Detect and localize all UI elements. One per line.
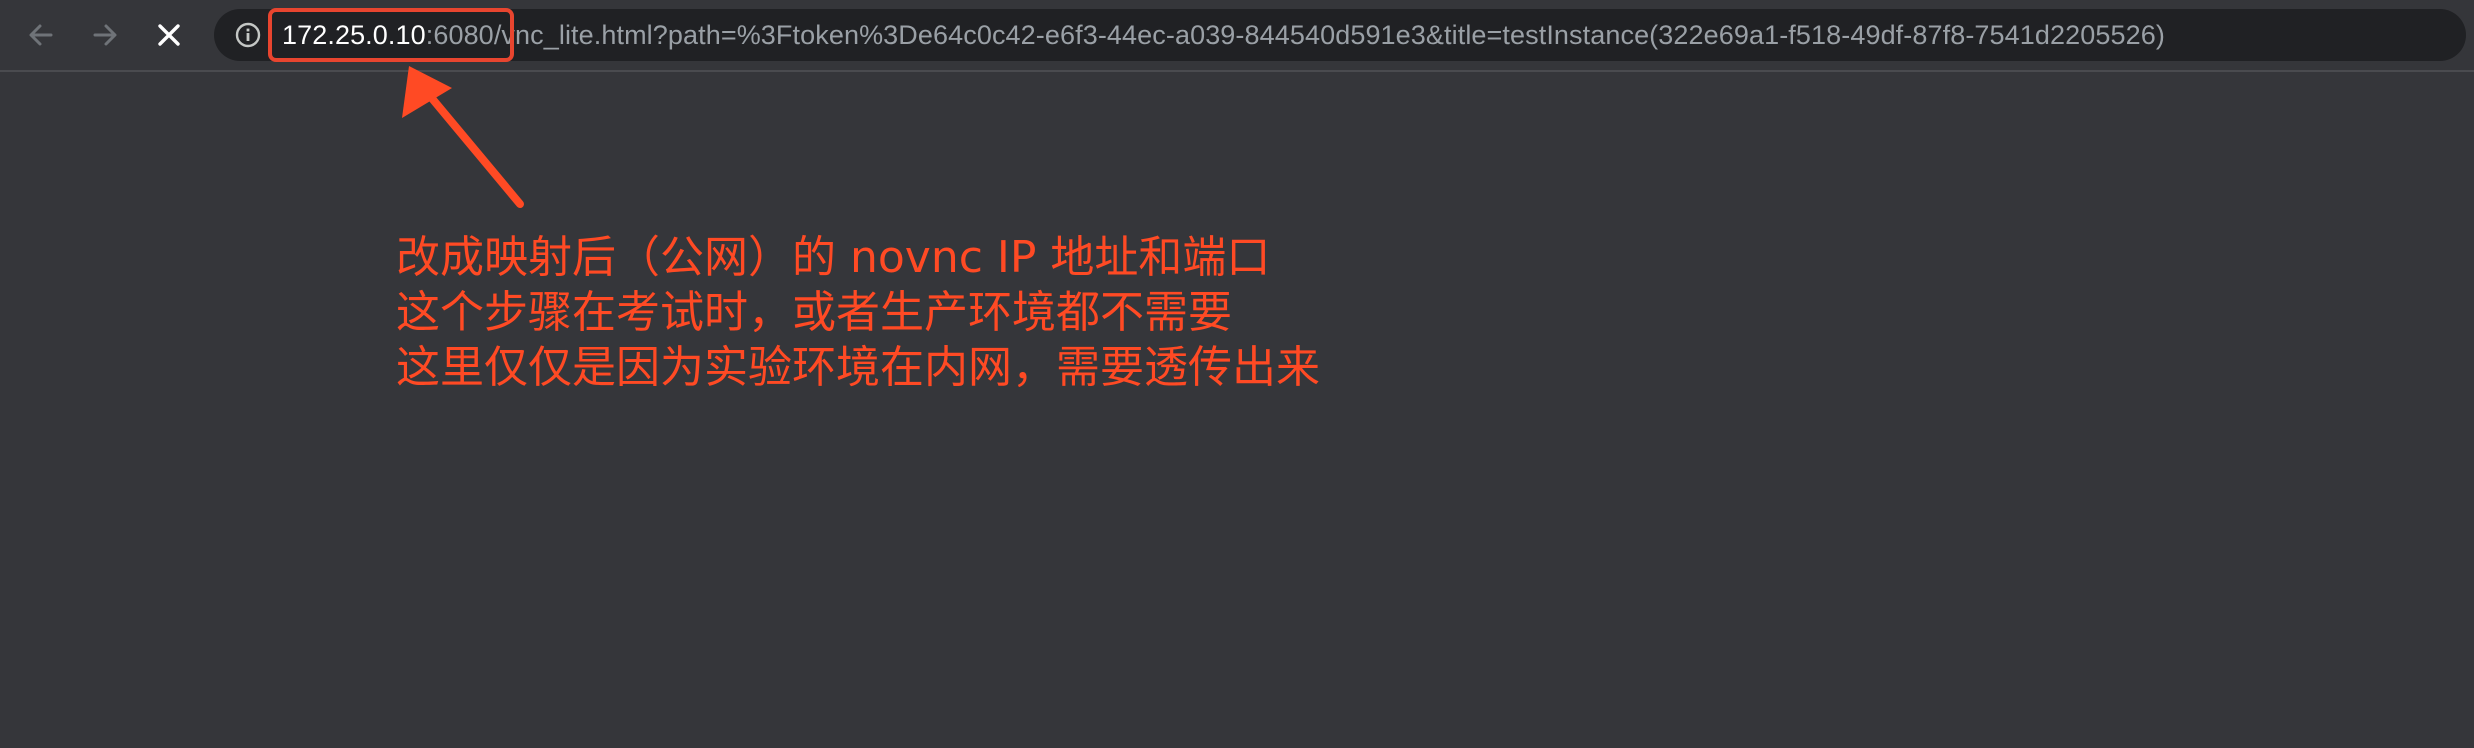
forward-button[interactable] [82, 12, 128, 58]
arrow-right-icon [93, 24, 117, 46]
url-host: 172.25.0.10 [282, 20, 426, 50]
annotation-line-1: 改成映射后（公网）的 novnc IP 地址和端口 [396, 232, 1271, 283]
url-port: :6080 [425, 20, 494, 50]
address-bar[interactable]: 172.25.0.10:6080/vnc_lite.html?path=%3Ft… [214, 9, 2466, 61]
url-path: /vnc_lite.html?path=%3Ftoken%3De64c0c42-… [493, 20, 2165, 50]
annotation-line-3: 这里仅仅是因为实验环境在内网，需要透传出来 [396, 342, 1320, 393]
arrow-left-icon [29, 24, 53, 46]
url-text[interactable]: 172.25.0.10:6080/vnc_lite.html?path=%3Ft… [282, 9, 2165, 61]
browser-toolbar: 172.25.0.10:6080/vnc_lite.html?path=%3Ft… [0, 0, 2474, 72]
info-icon[interactable] [234, 21, 262, 49]
stop-loading-button[interactable] [146, 12, 192, 58]
back-button[interactable] [18, 12, 64, 58]
close-icon [158, 24, 180, 46]
annotation-text: 改成映射后（公网）的 novnc IP 地址和端口 这个步骤在考试时，或者生产环… [396, 230, 1320, 395]
annotation-line-2: 这个步骤在考试时，或者生产环境都不需要 [396, 287, 1232, 338]
